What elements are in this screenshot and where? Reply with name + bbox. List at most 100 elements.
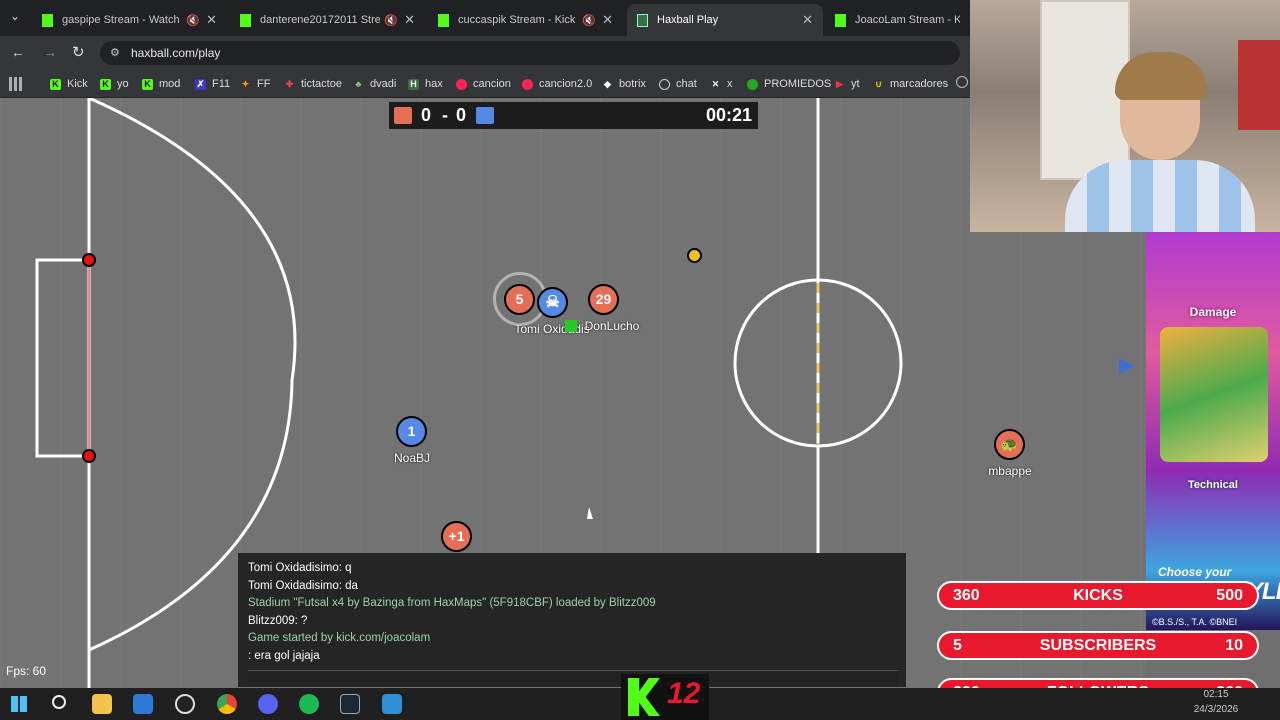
- game-ad-banner[interactable]: Damage Technical Choose your PLAYSTYLE ©…: [1146, 232, 1280, 630]
- ball-icon: [747, 78, 758, 90]
- kick-icon: [240, 13, 251, 27]
- back-icon[interactable]: ←: [11, 44, 25, 60]
- close-icon[interactable]: ✕: [404, 12, 415, 28]
- player-5: 5: [504, 284, 535, 315]
- player-flag-icon: [565, 320, 577, 332]
- obs-icon[interactable]: [175, 694, 195, 714]
- chat-log: Tomi Oxidadisimo: q Tomi Oxidadisimo: da…: [238, 553, 906, 687]
- scores-icon: ∪: [875, 78, 882, 89]
- close-icon[interactable]: ✕: [602, 12, 613, 28]
- goal-post-top: [82, 253, 96, 267]
- tab-label: JoacoLam Stream - Kick Da: [855, 14, 960, 26]
- tab-gaspipe[interactable]: gaspipe Stream - Watch Live 🔇 ✕: [32, 4, 227, 36]
- chat-system-line: Game started by kick.com/joacolam: [248, 632, 431, 645]
- bookmark-f11[interactable]: ✗ F11: [195, 70, 230, 98]
- game-icon: ✚: [285, 78, 294, 89]
- bookmark-cancion[interactable]: cancion: [456, 70, 511, 98]
- chat-line: Tomi Oxidadisimo: da: [248, 579, 358, 592]
- mute-icon[interactable]: 🔇: [384, 14, 398, 27]
- tab-danterene[interactable]: danterene20172011 Stream 🔇 ✕: [230, 4, 425, 36]
- player-name-noabj: NoaBJ: [393, 451, 431, 465]
- blue-score: 0: [456, 105, 467, 125]
- red-score: 0: [421, 105, 432, 125]
- bookmark-x[interactable]: ✕ x: [710, 70, 733, 98]
- kick-badge: 12: [621, 674, 709, 720]
- chat-input[interactable]: [248, 670, 898, 684]
- tab-label: danterene20172011 Stream: [260, 14, 381, 26]
- forward-icon[interactable]: →: [43, 44, 57, 60]
- mute-icon[interactable]: 🔇: [582, 14, 596, 27]
- kick-logo-icon: [628, 678, 660, 716]
- blue-team-icon: [476, 107, 494, 124]
- bookmark-label: marcadores: [890, 78, 949, 90]
- tab-list-menu[interactable]: ⌄: [10, 9, 20, 23]
- ad-damage-label: Damage: [1189, 305, 1237, 319]
- bookmark-dvadi[interactable]: ♣ dvadi: [353, 70, 397, 98]
- file-explorer-icon[interactable]: [92, 694, 112, 714]
- bookmark-tictactoe[interactable]: ✚ tictactoe: [284, 70, 342, 98]
- bookmark-chat[interactable]: chat: [659, 70, 697, 98]
- chrome-icon[interactable]: [217, 694, 237, 714]
- tab-label: Haxball Play: [657, 14, 719, 26]
- player-skull: ☠: [537, 287, 568, 318]
- fps-counter: Fps: 60: [6, 664, 47, 678]
- steam-icon[interactable]: [340, 694, 360, 714]
- goal-label: SUBSCRIBERS: [1039, 637, 1157, 654]
- bookmark-ff[interactable]: ✦ FF: [240, 70, 271, 98]
- outlook-icon[interactable]: [133, 694, 153, 714]
- kick-badge-number: 12: [667, 677, 701, 710]
- tab-joacolam[interactable]: JoacoLam Stream - Kick Da: [825, 4, 970, 36]
- bookmark-cancion2[interactable]: cancion2.0: [522, 70, 592, 98]
- music-icon: [456, 78, 467, 90]
- bookmark-promiedos[interactable]: PROMIEDOS: [747, 70, 831, 98]
- music-icon: [522, 78, 533, 90]
- bookmark-label: yt: [851, 78, 860, 90]
- goal-bar-subscribers: 5 SUBSCRIBERS 10: [937, 631, 1259, 660]
- app-icon[interactable]: [382, 694, 402, 714]
- address-text: haxball.com/play: [131, 46, 221, 60]
- bookmark-label: cancion: [473, 78, 511, 90]
- kick-icon: K: [50, 78, 61, 90]
- clock-time: 02:15: [1203, 689, 1229, 700]
- bookmark-label: dvadi: [370, 78, 397, 90]
- reload-icon[interactable]: ↻: [72, 43, 85, 61]
- kick-icon: K: [100, 78, 111, 90]
- bookmark-marcadores[interactable]: ∪ marcadores: [873, 70, 948, 98]
- close-icon[interactable]: ✕: [802, 12, 813, 28]
- bookmark-yt[interactable]: ▶ yt: [834, 70, 860, 98]
- spotify-icon[interactable]: [299, 694, 319, 714]
- site-info-icon[interactable]: ⚙: [110, 41, 120, 65]
- kick-icon: K: [142, 78, 153, 90]
- discord-icon[interactable]: [258, 694, 278, 714]
- bookmark-label: mod: [159, 78, 181, 90]
- match-timer: 00:21: [705, 105, 752, 125]
- more-bookmarks-icon[interactable]: [956, 76, 968, 88]
- ad-character-art: [1160, 327, 1268, 462]
- kick-icon: [42, 13, 53, 27]
- tab-label: gaspipe Stream - Watch Live: [62, 14, 182, 26]
- haxball-icon: H: [408, 78, 419, 90]
- bookmark-kick[interactable]: K Kick: [50, 70, 88, 98]
- chat-line: Tomi Oxidadisimo: q: [248, 562, 352, 574]
- bookmark-mod[interactable]: Kmod: [142, 70, 180, 98]
- system-clock[interactable]: 02:15 24/3/2026: [1186, 689, 1246, 715]
- tab-haxball[interactable]: Haxball Play ✕: [627, 4, 823, 36]
- bookmark-hax[interactable]: Hhax: [408, 70, 443, 98]
- player-name-mbappe: mbappe: [988, 464, 1032, 478]
- bookmark-label: tictactoe: [301, 78, 342, 90]
- windows-start-icon[interactable]: [11, 696, 27, 712]
- mute-icon[interactable]: 🔇: [186, 14, 200, 27]
- address-bar[interactable]: ⚙ haxball.com/play: [100, 41, 960, 65]
- apps-icon[interactable]: [9, 77, 23, 91]
- kick-icon: [835, 13, 846, 27]
- tab-cuccaspik[interactable]: cuccaspik Stream - Kick Da 🔇 ✕: [428, 4, 623, 36]
- player-29: 29: [588, 284, 619, 315]
- bookmark-botrix[interactable]: ◆ botrix: [602, 70, 646, 98]
- bookmark-yo[interactable]: Kyo: [100, 70, 129, 98]
- bookmark-label: cancion2.0: [539, 78, 593, 90]
- search-icon[interactable]: [52, 695, 66, 709]
- player-plus1: +1: [441, 521, 472, 552]
- player-name-donlucho: DonLucho: [584, 319, 640, 333]
- close-icon[interactable]: ✕: [206, 12, 217, 28]
- bookmark-label: F11: [212, 78, 231, 90]
